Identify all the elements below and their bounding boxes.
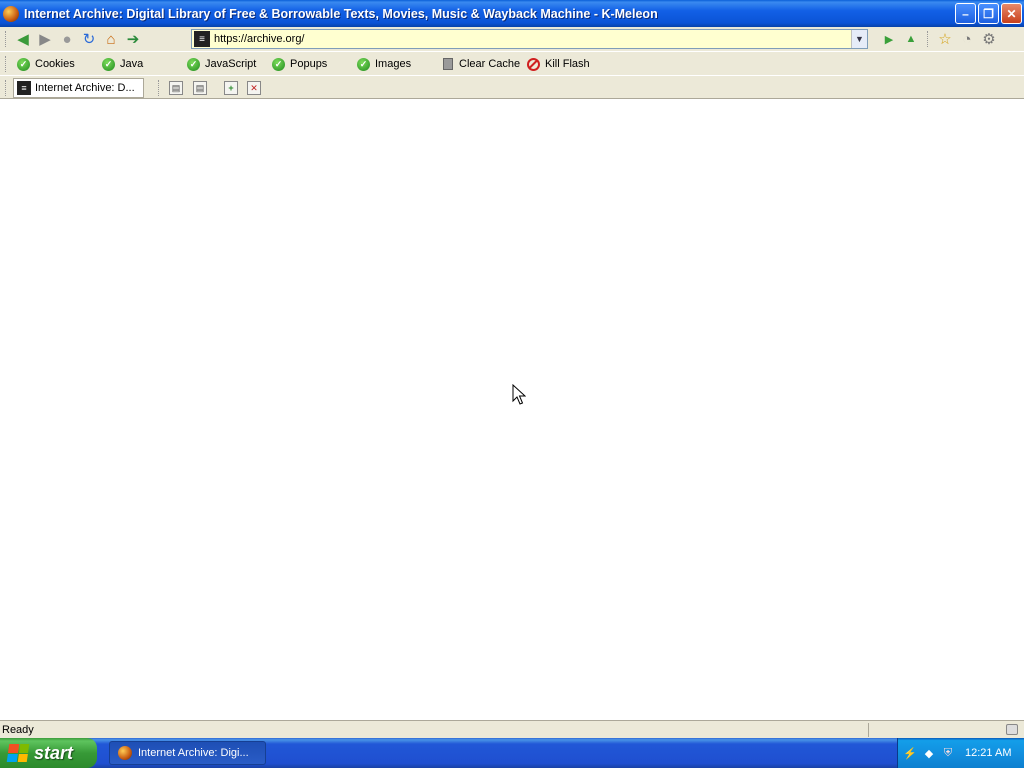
tab-bar: ≡ Internet Archive: D... ▤ ▤ + ✕ xyxy=(0,75,1024,99)
trash-icon xyxy=(443,58,453,70)
cookies-toggle[interactable]: ✓ Cookies xyxy=(17,56,75,72)
toolbar-grip[interactable] xyxy=(927,31,930,47)
windows-logo-icon xyxy=(6,744,30,762)
clear-cache-button[interactable]: Clear Cache xyxy=(443,56,520,72)
shield-icon[interactable]: ⛨ xyxy=(941,746,955,760)
enabled-check-icon: ✓ xyxy=(17,57,30,71)
toolbar-grip[interactable] xyxy=(158,80,161,96)
taskbar-window-item[interactable]: Internet Archive: Digi... xyxy=(109,741,266,765)
status-progress-segment xyxy=(868,723,998,737)
window-controls: – ❐ ✕ xyxy=(955,3,1022,24)
minimize-button[interactable]: – xyxy=(955,3,976,24)
kill-flash-button[interactable]: Kill Flash xyxy=(527,56,590,72)
network-icon[interactable]: ⚡ xyxy=(903,746,917,760)
url-bar[interactable]: ≡ ▼ xyxy=(191,29,868,49)
next-tab-icon[interactable]: ▤ xyxy=(193,81,207,95)
clock[interactable]: 12:21 AM xyxy=(965,747,1011,759)
k-meleon-app-icon xyxy=(118,746,132,760)
taskbar: start Internet Archive: Digi... ⚡ ◆ ⛨ 12… xyxy=(0,738,1024,768)
tab-internet-archive[interactable]: ≡ Internet Archive: D... xyxy=(13,78,144,98)
home-icon[interactable]: ⌂ xyxy=(100,29,122,49)
java-toggle[interactable]: ✓ Java xyxy=(102,56,143,72)
site-favicon-icon: ≡ xyxy=(194,31,210,47)
status-text: Ready xyxy=(2,723,34,736)
popups-label: Popups xyxy=(290,58,328,70)
go-button-icon[interactable]: ▶ xyxy=(878,29,900,49)
security-lock-icon[interactable] xyxy=(1006,724,1018,735)
back-icon[interactable]: ◀ xyxy=(12,29,34,49)
go-home-icon[interactable]: ➔ xyxy=(122,29,144,49)
window-title: Internet Archive: Digital Library of Fre… xyxy=(24,6,658,21)
new-tab-icon[interactable]: + xyxy=(224,81,238,95)
no-flash-icon xyxy=(527,57,540,71)
start-label: start xyxy=(34,742,74,763)
title-bar: Internet Archive: Digital Library of Fre… xyxy=(0,0,1024,27)
clear-cache-label: Clear Cache xyxy=(459,58,521,70)
status-bar: Ready xyxy=(0,720,1024,738)
up-icon[interactable]: ▲ xyxy=(900,29,922,49)
toolbar-grip[interactable] xyxy=(5,31,8,47)
forward-icon[interactable]: ▶ xyxy=(34,29,56,49)
kill-flash-label: Kill Flash xyxy=(545,58,590,70)
start-button[interactable]: start xyxy=(0,738,97,768)
enabled-check-icon: ✓ xyxy=(272,57,285,71)
reload-icon[interactable]: ↻ xyxy=(78,29,100,49)
toolbar-grip[interactable] xyxy=(5,56,8,72)
site-favicon-icon: ≡ xyxy=(17,81,31,95)
settings-icon[interactable]: ⚙ xyxy=(978,29,1000,49)
close-tab-icon[interactable]: ✕ xyxy=(247,81,261,95)
previous-tab-icon[interactable]: ▤ xyxy=(169,81,183,95)
nav-right-buttons: ▶ ▲ ☆ ◔ ⚙ xyxy=(878,29,1000,49)
enabled-check-icon: ✓ xyxy=(102,57,115,71)
enabled-check-icon: ✓ xyxy=(357,57,370,71)
java-label: Java xyxy=(120,58,144,70)
toolbar-grip[interactable] xyxy=(5,80,8,96)
page-content[interactable] xyxy=(0,99,1024,720)
privacy-toolbar: ✓ Cookies ✓ Java ✓ JavaScript ✓ Popups ✓… xyxy=(0,51,1024,75)
history-icon[interactable]: ◔ xyxy=(956,29,978,49)
tab-label: Internet Archive: D... xyxy=(35,82,135,94)
system-tray: ⚡ ◆ ⛨ 12:21 AM xyxy=(897,738,1024,768)
mouse-cursor-icon xyxy=(512,384,526,405)
navigation-toolbar: ◀ ▶ ● ↻ ⌂ ➔ ≡ ▼ ▶ ▲ ☆ ◔ ⚙ xyxy=(0,27,1024,51)
taskbar-window-label: Internet Archive: Digi... xyxy=(138,747,249,759)
security-icon[interactable]: ◆ xyxy=(922,746,936,760)
close-button[interactable]: ✕ xyxy=(1001,3,1022,24)
bookmark-icon[interactable]: ☆ xyxy=(934,29,956,49)
url-dropdown-icon[interactable]: ▼ xyxy=(851,30,867,48)
images-label: Images xyxy=(375,58,412,70)
restore-button[interactable]: ❐ xyxy=(978,3,999,24)
javascript-label: JavaScript xyxy=(205,58,257,70)
enabled-check-icon: ✓ xyxy=(187,57,200,71)
images-toggle[interactable]: ✓ Images xyxy=(357,56,411,72)
url-input[interactable] xyxy=(214,31,851,47)
javascript-toggle[interactable]: ✓ JavaScript xyxy=(187,56,256,72)
k-meleon-app-icon[interactable] xyxy=(3,5,19,22)
cookies-label: Cookies xyxy=(35,58,75,70)
stop-icon[interactable]: ● xyxy=(56,29,78,49)
popups-toggle[interactable]: ✓ Popups xyxy=(272,56,327,72)
